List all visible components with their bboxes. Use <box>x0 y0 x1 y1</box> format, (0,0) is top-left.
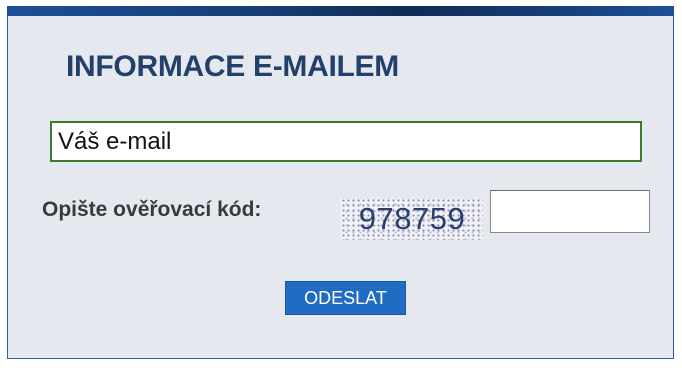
email-field[interactable]: Váš e-mail <box>50 121 642 162</box>
captcha-label: Opište ověřovací kód: <box>42 198 262 221</box>
submit-button[interactable]: ODESLAT <box>285 281 406 315</box>
panel-top-bar <box>7 6 674 16</box>
captcha-code-input[interactable] <box>490 190 650 233</box>
captcha-image: 978759 <box>341 198 483 240</box>
panel-title: INFORMACE E-MAILEM <box>66 50 399 83</box>
